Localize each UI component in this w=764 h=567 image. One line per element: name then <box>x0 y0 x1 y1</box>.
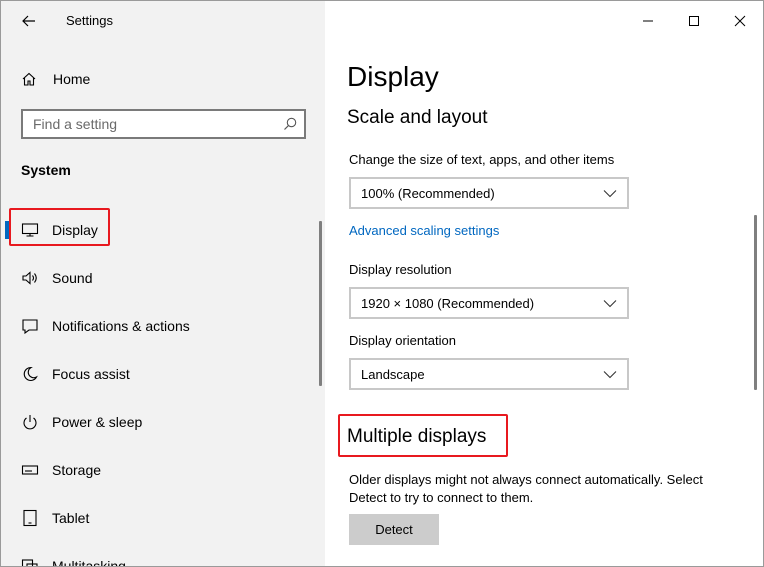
sidebar-item-multitasking[interactable]: Multitasking <box>1 546 311 567</box>
sidebar-item-storage[interactable]: Storage <box>1 450 311 490</box>
scale-layout-heading: Scale and layout <box>347 107 488 128</box>
sidebar-item-tablet[interactable]: Tablet <box>1 498 311 538</box>
multiple-displays-description: Older displays might not always connect … <box>349 472 703 505</box>
main-content: Display Scale and layout Change the size… <box>325 1 763 566</box>
search-box[interactable] <box>21 109 306 139</box>
sidebar-item-label: Sound <box>52 270 93 286</box>
chevron-down-icon <box>603 371 617 379</box>
window-controls <box>625 1 763 41</box>
orientation-dropdown[interactable]: Landscape <box>349 358 629 390</box>
detect-button[interactable]: Detect <box>349 514 439 545</box>
maximize-icon <box>689 16 699 26</box>
orientation-label: Display orientation <box>349 333 456 348</box>
close-button[interactable] <box>717 1 763 41</box>
tablet-icon <box>21 509 39 527</box>
display-highlight-box <box>9 208 110 246</box>
back-button[interactable] <box>15 9 43 33</box>
sidebar-item-sound[interactable]: Sound <box>1 258 311 298</box>
minimize-icon <box>643 20 653 22</box>
settings-window: Settings Home System Displa <box>0 0 764 567</box>
chevron-down-icon <box>603 300 617 308</box>
multiple-displays-highlight-box <box>338 414 508 457</box>
speaker-icon <box>21 269 39 287</box>
home-nav-item[interactable]: Home <box>21 67 90 91</box>
sidebar-item-label: Power & sleep <box>52 414 143 430</box>
search-input[interactable] <box>23 111 283 137</box>
page-title: Display <box>347 61 439 92</box>
resolution-label: Display resolution <box>349 262 452 277</box>
notification-icon <box>21 317 39 335</box>
power-icon <box>21 413 39 431</box>
sidebar: Settings Home System Displa <box>1 1 325 566</box>
minimize-button[interactable] <box>625 1 671 41</box>
moon-icon <box>21 365 39 383</box>
sidebar-item-power-sleep[interactable]: Power & sleep <box>1 402 311 442</box>
sidebar-item-label: Multitasking <box>52 558 126 567</box>
scale-dropdown[interactable]: 100% (Recommended) <box>349 177 629 209</box>
sidebar-item-label: Focus assist <box>52 366 130 382</box>
sidebar-item-label: Tablet <box>52 510 90 526</box>
search-icon <box>284 117 297 130</box>
orientation-dropdown-value: Landscape <box>361 367 425 382</box>
scale-dropdown-value: 100% (Recommended) <box>361 186 495 201</box>
scale-label: Change the size of text, apps, and other… <box>349 152 615 167</box>
maximize-button[interactable] <box>671 1 717 41</box>
window-title: Settings <box>66 13 113 28</box>
section-system-label: System <box>21 162 71 178</box>
sidebar-item-label: Storage <box>52 462 102 478</box>
resolution-dropdown[interactable]: 1920 × 1080 (Recommended) <box>349 287 629 319</box>
sidebar-item-label: Notifications & actions <box>52 318 190 334</box>
resolution-dropdown-value: 1920 × 1080 (Recommended) <box>361 296 535 311</box>
chevron-down-icon <box>603 190 617 198</box>
multitasking-icon <box>21 557 39 566</box>
sidebar-scrollbar[interactable] <box>319 221 322 386</box>
home-icon <box>22 72 36 86</box>
back-arrow-icon <box>22 15 35 27</box>
sidebar-item-notifications[interactable]: Notifications & actions <box>1 306 311 346</box>
main-scrollbar[interactable] <box>754 215 757 390</box>
storage-icon <box>21 461 39 479</box>
home-label: Home <box>53 71 91 87</box>
advanced-scaling-link[interactable]: Advanced scaling settings <box>349 223 499 238</box>
sidebar-item-focus-assist[interactable]: Focus assist <box>1 354 311 394</box>
close-icon <box>734 15 746 27</box>
